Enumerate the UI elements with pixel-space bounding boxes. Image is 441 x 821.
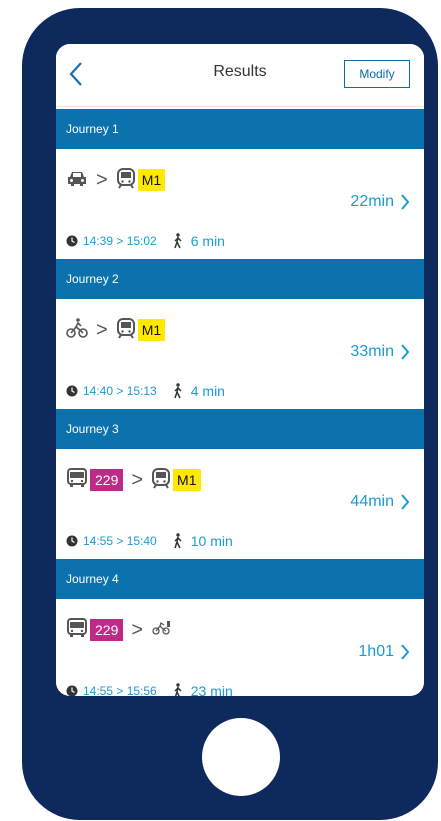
separator-arrow: >: [96, 319, 108, 341]
clock-icon: [66, 235, 78, 247]
time-range: 14:40 > 15:13: [83, 384, 157, 398]
journey-row[interactable]: 229 > M1 44min 14:55 > 15:40 10 min: [56, 449, 424, 559]
journey-header: Journey 1: [56, 109, 424, 149]
walk-time: 23 min: [190, 683, 233, 696]
walk-time: 6 min: [190, 233, 225, 249]
modify-button[interactable]: Modify: [344, 60, 410, 88]
journey-header: Journey 4: [56, 559, 424, 599]
clock-icon: [66, 685, 78, 696]
journey-card: Journey 4 229 > 1h01 14:55 > 15:56 23 mi…: [56, 559, 424, 696]
journey-card: Journey 2 > M1 33min 14:40 > 15:13 4 min: [56, 259, 424, 409]
journey-row[interactable]: 229 > 1h01 14:55 > 15:56 23 min: [56, 599, 424, 696]
duration-text: 33min: [350, 343, 394, 360]
walking-icon: [174, 533, 182, 549]
metro-icon: [151, 467, 171, 494]
journey-card: Journey 3 229 > M1 44min 14:55 > 15:40 1…: [56, 409, 424, 559]
line-badge-229: 229: [90, 619, 124, 641]
transport-modes: > M1: [66, 317, 166, 344]
journey-row[interactable]: > M1 33min 14:40 > 15:13 4 min: [56, 299, 424, 409]
walk-time: 4 min: [190, 383, 225, 399]
journey-info: 14:40 > 15:13 4 min: [66, 383, 225, 399]
chevron-right-icon: [401, 644, 410, 660]
transport-modes: 229 >: [66, 617, 171, 643]
car-icon: [66, 168, 88, 193]
time-range: 14:39 > 15:02: [83, 234, 157, 248]
bus-icon: [66, 617, 88, 644]
metro-icon: [116, 167, 136, 194]
line-badge-m1: M1: [137, 319, 166, 341]
journey-duration: 22min: [350, 193, 410, 211]
walk-time: 10 min: [190, 533, 233, 549]
transport-modes: 229 > M1: [66, 467, 201, 493]
duration-text: 44min: [350, 493, 394, 510]
home-button[interactable]: [202, 718, 280, 796]
journey-header: Journey 2: [56, 259, 424, 299]
walking-icon: [174, 233, 182, 249]
duration-text: 1h01: [358, 643, 394, 660]
journey-duration: 44min: [350, 493, 410, 511]
transport-modes: > M1: [66, 167, 166, 194]
separator-arrow: >: [96, 169, 108, 191]
bus-icon: [66, 467, 88, 494]
journey-row[interactable]: > M1 22min 14:39 > 15:02 6 min: [56, 149, 424, 259]
separator-arrow: >: [131, 469, 144, 491]
journey-duration: 33min: [350, 343, 410, 361]
chevron-right-icon: [401, 344, 410, 360]
chevron-right-icon: [401, 494, 410, 510]
bike-share-icon: [151, 620, 171, 641]
line-badge-229: 229: [90, 469, 124, 491]
time-range: 14:55 > 15:40: [83, 534, 157, 548]
journey-info: 14:39 > 15:02 6 min: [66, 233, 225, 249]
chevron-right-icon: [401, 194, 410, 210]
line-badge-m1: M1: [173, 469, 201, 491]
journey-duration: 1h01: [358, 643, 410, 661]
line-badge-m1: M1: [137, 169, 166, 191]
clock-icon: [66, 385, 78, 397]
walking-icon: [174, 683, 182, 696]
time-range: 14:55 > 15:56: [83, 684, 157, 696]
journey-info: 14:55 > 15:40 10 min: [66, 533, 233, 549]
duration-text: 22min: [350, 193, 394, 210]
journey-card: Journey 1 > M1 22min 14:39 > 15:02 6 min: [56, 109, 424, 259]
clock-icon: [66, 535, 78, 547]
journey-info: 14:55 > 15:56 23 min: [66, 683, 233, 696]
app-screen: Results Modify Journey 1 > M1 22min 14:3…: [56, 44, 424, 696]
separator-arrow: >: [131, 619, 144, 641]
metro-icon: [116, 317, 136, 344]
journey-header: Journey 3: [56, 409, 424, 449]
top-bar: Results Modify: [56, 44, 424, 107]
walking-icon: [174, 383, 182, 399]
bicycle-icon: [66, 317, 88, 344]
